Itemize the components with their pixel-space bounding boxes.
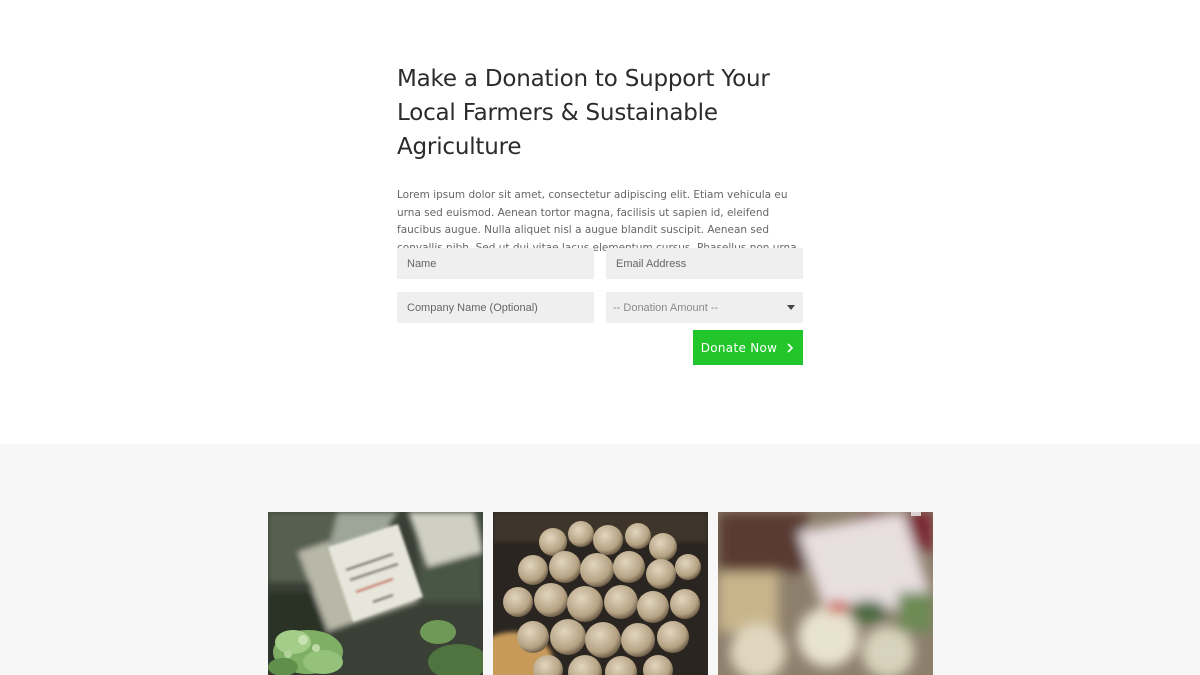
donation-content: Make a Donation to Support Your Local Fa… — [397, 62, 803, 275]
company-name-field[interactable] — [397, 292, 594, 323]
donation-amount-select[interactable]: -- Donation Amount -- — [606, 292, 803, 323]
donation-amount-value: -- Donation Amount -- — [613, 301, 719, 314]
chevron-right-icon — [787, 342, 794, 353]
donation-headline: Make a Donation to Support Your Local Fa… — [397, 66, 770, 160]
produce-stall-photo — [718, 512, 933, 675]
name-field[interactable] — [397, 248, 594, 279]
donate-now-label: Donate Now — [700, 340, 778, 355]
donate-now-button[interactable]: Donate Now — [693, 330, 803, 365]
caret-down-icon — [787, 305, 795, 310]
kale-market-photo — [268, 512, 483, 675]
email-field[interactable] — [606, 248, 803, 279]
sunchokes-photo — [493, 512, 708, 675]
